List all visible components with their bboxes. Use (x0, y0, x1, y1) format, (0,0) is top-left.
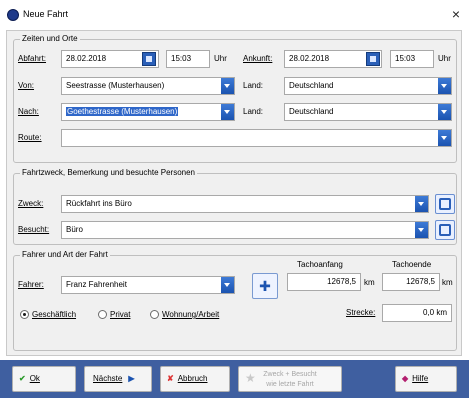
tachoende-label: Tachoende (392, 260, 432, 269)
land1-select[interactable]: Deutschland (284, 77, 452, 95)
radio-privat-label: Privat (110, 310, 131, 319)
nach-dropdown-icon[interactable] (221, 104, 234, 120)
strecke-field[interactable]: 0,0 km (382, 304, 452, 322)
close-icon[interactable]: × (448, 6, 464, 22)
abfahrt-calendar-icon[interactable] (142, 52, 156, 66)
copy-last-trip-button[interactable]: ★ Zweck + Besucht wie letzte Fahrt (238, 366, 342, 392)
tachoanfang-value: 12678,5 (327, 277, 356, 286)
add-person-icon[interactable]: ✚ (252, 273, 278, 299)
route-select[interactable] (61, 129, 452, 147)
chevron-right-icon: ▶ (128, 374, 135, 383)
zweck-dropdown-icon[interactable] (415, 196, 428, 212)
ankunft-time-field[interactable]: 15:03 (390, 50, 434, 68)
zweck-list-button[interactable] (435, 194, 455, 214)
von-select[interactable]: Seestrasse (Musterhausen) (61, 77, 235, 95)
abfahrt-unit: Uhr (214, 54, 227, 63)
tachoende-field[interactable]: 12678,5 (382, 273, 440, 291)
radio-wohnung-arbeit[interactable] (150, 310, 159, 319)
group-fahrtzweck: Fahrtzweck, Bemerkung und besuchte Perso… (13, 168, 457, 245)
route-label: Route: (18, 133, 42, 142)
app-icon (7, 9, 19, 21)
radio-wohnung-arbeit-label: Wohnung/Arbeit (162, 310, 220, 319)
besucht-save-button[interactable] (435, 220, 455, 240)
help-label: Hilfe (412, 374, 429, 383)
ok-button[interactable]: ✔ Ok (12, 366, 76, 392)
fahrer-dropdown-icon[interactable] (221, 277, 234, 293)
land2-value: Deutschland (289, 107, 334, 116)
tachoende-value: 12678,5 (406, 277, 435, 286)
von-dropdown-icon[interactable] (221, 78, 234, 94)
dialog-body: Zeiten und Orte Abfahrt: 28.02.2018 15:0… (6, 30, 462, 356)
ok-label: Ok (29, 374, 40, 383)
radio-privat[interactable] (98, 310, 107, 319)
star-icon: ★ (245, 371, 256, 385)
tachoanfang-unit: km (364, 278, 375, 287)
land2-dropdown-icon[interactable] (438, 104, 451, 120)
group-title-fahrer: Fahrer und Art der Fahrt (20, 250, 110, 259)
strecke-value: 0,0 km (422, 308, 447, 317)
ankunft-label: Ankunft: (243, 54, 273, 63)
cancel-label: Abbruch (177, 374, 208, 383)
zweck-value: Rückfahrt ins Büro (66, 199, 132, 208)
nach-select[interactable]: Goethestrasse (Musterhausen) (61, 103, 235, 121)
ankunft-date-value: 28.02.2018 (289, 54, 330, 63)
land1-value: Deutschland (289, 81, 334, 90)
nach-value-selected: Goethestrasse (Musterhausen) (66, 107, 179, 116)
land2-select[interactable]: Deutschland (284, 103, 452, 121)
strecke-label: Strecke: (346, 308, 376, 317)
help-button[interactable]: ◆ Hilfe (395, 366, 457, 392)
check-icon: ✔ (19, 374, 26, 383)
footer-bar: ✔ Ok Nächste ▶ ✘ Abbruch ★ Zweck + Besucht … (0, 360, 469, 398)
besucht-select[interactable]: Büro (61, 221, 429, 239)
abfahrt-time-field[interactable]: 15:03 (166, 50, 210, 68)
besucht-value: Büro (66, 225, 83, 234)
tachoanfang-field[interactable]: 12678,5 (287, 273, 361, 291)
nach-label: Nach: (18, 107, 39, 116)
fahrer-select[interactable]: Franz Fahrenheit (61, 276, 235, 294)
radio-geschaeftlich[interactable] (20, 310, 29, 319)
group-zeiten-und-orte: Zeiten und Orte Abfahrt: 28.02.2018 15:0… (13, 34, 457, 163)
abfahrt-label: Abfahrt: (18, 54, 47, 63)
abfahrt-date-value: 28.02.2018 (66, 54, 107, 63)
besucht-dropdown-icon[interactable] (415, 222, 428, 238)
group-title-zeiten: Zeiten und Orte (20, 34, 80, 43)
abfahrt-time-value: 15:03 (171, 54, 192, 63)
tachoende-unit: km (442, 278, 453, 287)
group-fahrer: Fahrer und Art der Fahrt Fahrer: Franz F… (13, 250, 457, 351)
tachoanfang-label: Tachoanfang (297, 260, 343, 269)
radio-geschaeftlich-label: Geschäftlich (32, 310, 77, 319)
von-value: Seestrasse (Musterhausen) (66, 81, 165, 90)
cancel-button[interactable]: ✘ Abbruch (160, 366, 230, 392)
ankunft-time-value: 15:03 (395, 54, 416, 63)
zweck-label: Zweck: (18, 199, 44, 208)
land1-label: Land: (243, 81, 264, 90)
group-title-fahrtzweck: Fahrtzweck, Bemerkung und besuchte Perso… (20, 168, 197, 177)
zweck-select[interactable]: Rückfahrt ins Büro (61, 195, 429, 213)
title-bar: Neue Fahrt × (0, 0, 469, 30)
fahrer-value: Franz Fahrenheit (66, 280, 127, 289)
ankunft-unit: Uhr (438, 54, 451, 63)
land1-dropdown-icon[interactable] (438, 78, 451, 94)
save-icon (439, 224, 451, 236)
route-dropdown-icon[interactable] (438, 130, 451, 146)
x-icon: ✘ (167, 374, 174, 383)
besucht-label: Besucht: (18, 225, 50, 234)
ankunft-calendar-icon[interactable] (366, 52, 380, 66)
help-icon: ◆ (402, 374, 409, 383)
list-icon (439, 198, 451, 210)
land2-label: Land: (243, 107, 264, 116)
von-label: Von: (18, 81, 35, 90)
next-button[interactable]: Nächste ▶ (84, 366, 152, 392)
next-label: Nächste (93, 374, 123, 383)
window-title: Neue Fahrt (23, 9, 69, 19)
fahrer-label: Fahrer: (18, 280, 44, 289)
